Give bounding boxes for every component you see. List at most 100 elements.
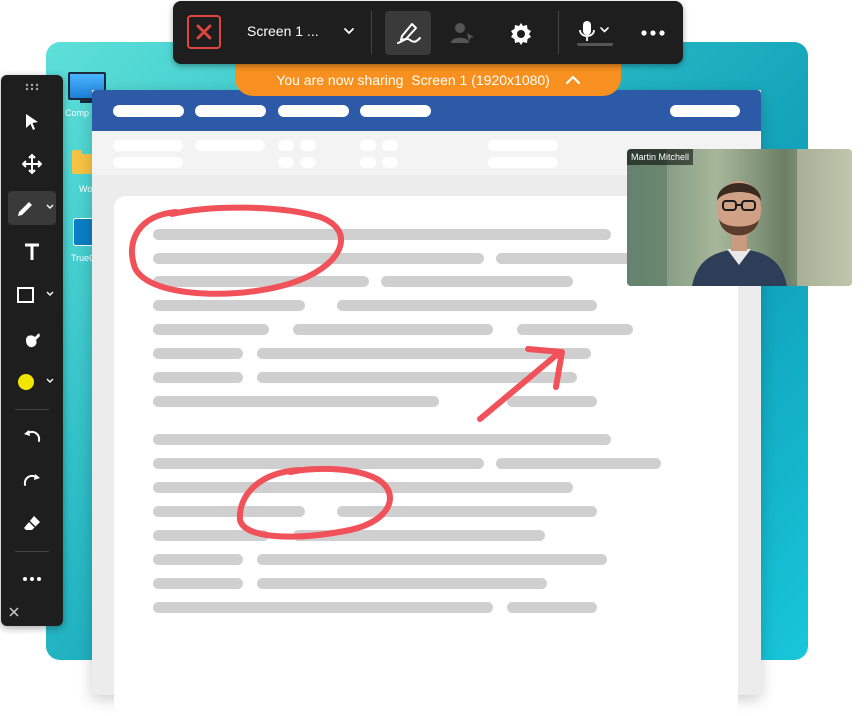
more-tools-button[interactable]: [8, 562, 56, 596]
document-titlebar: [92, 90, 761, 131]
pen-tool[interactable]: [8, 191, 56, 225]
text-line: [153, 482, 573, 493]
screen-select[interactable]: Screen 1 ...: [247, 23, 319, 39]
ribbon-item[interactable]: [300, 140, 316, 151]
text-line: [153, 229, 611, 240]
text-line: [507, 602, 597, 613]
text-line: [381, 276, 573, 287]
text-line: [496, 253, 636, 264]
ribbon-item[interactable]: [488, 140, 558, 151]
divider: [15, 551, 49, 552]
desktop-icon-label-folder: Wo: [79, 184, 93, 194]
text-line: [153, 300, 305, 311]
divider: [558, 11, 559, 54]
close-icon: [196, 24, 212, 40]
annotate-pen-icon: [397, 23, 421, 44]
computer-icon-stand: [80, 99, 92, 103]
ribbon-item[interactable]: [360, 157, 376, 168]
drag-handle-icon[interactable]: [25, 83, 39, 91]
text-line: [293, 324, 493, 335]
text-line: [153, 578, 243, 589]
text-line: [153, 372, 243, 383]
participant-name: Martin Mitchell: [627, 149, 694, 165]
cursor-icon: [26, 114, 38, 130]
session-control-bar: Screen 1 ...: [173, 1, 683, 64]
text-line: [293, 530, 545, 541]
text-line: [257, 372, 577, 383]
menu-placeholder[interactable]: [113, 105, 184, 117]
chevron-down-icon[interactable]: [46, 291, 54, 297]
microphone-icon: [577, 21, 613, 46]
redo-button[interactable]: [8, 464, 56, 498]
annotation-toolbar: [1, 75, 63, 626]
stop-sharing-button[interactable]: [187, 15, 221, 49]
color-picker[interactable]: [8, 365, 56, 399]
text-tool[interactable]: [8, 235, 56, 269]
text-line: [337, 300, 597, 311]
more-icon: [641, 30, 665, 36]
text-line: [153, 324, 269, 335]
ribbon-item[interactable]: [360, 140, 376, 151]
divider: [15, 409, 49, 410]
pen-icon: [18, 202, 32, 216]
text-line: [153, 458, 484, 469]
sharing-screen-label: Screen 1 (1920x1080): [411, 72, 550, 88]
menu-placeholder[interactable]: [195, 105, 266, 117]
text-line: [337, 506, 597, 517]
menu-placeholder[interactable]: [278, 105, 349, 117]
text-line: [496, 458, 661, 469]
chevron-down-icon[interactable]: [343, 23, 355, 44]
ribbon-item[interactable]: [488, 157, 558, 168]
chevron-down-icon[interactable]: [46, 204, 54, 210]
menu-placeholder[interactable]: [360, 105, 431, 117]
spotlight-tool[interactable]: [8, 323, 56, 357]
chevron-up-icon[interactable]: [565, 60, 580, 100]
close-icon: [9, 607, 19, 617]
ribbon-item[interactable]: [382, 140, 398, 151]
microphone-button[interactable]: [571, 11, 621, 55]
account-placeholder[interactable]: [670, 105, 740, 117]
text-line: [153, 348, 243, 359]
shape-tool[interactable]: [8, 278, 56, 312]
text-line: [153, 602, 493, 613]
text-line: [153, 506, 305, 517]
eraser-tool[interactable]: [8, 507, 56, 541]
close-toolbar-button[interactable]: [9, 605, 19, 619]
gear-icon: [511, 23, 531, 45]
undo-icon: [24, 430, 41, 442]
participant-image: [627, 149, 852, 286]
text-line: [153, 434, 611, 445]
participant-video[interactable]: Martin Mitchell: [627, 149, 852, 286]
text-line: [257, 554, 607, 565]
undo-button[interactable]: [8, 420, 56, 454]
settings-button[interactable]: [497, 11, 543, 55]
text-line: [153, 396, 439, 407]
chevron-down-icon[interactable]: [46, 378, 54, 384]
more-icon: [23, 577, 41, 581]
text-icon: [25, 243, 39, 260]
move-tool[interactable]: [8, 147, 56, 181]
ribbon-item[interactable]: [382, 157, 398, 168]
annotate-button[interactable]: [385, 11, 431, 55]
more-options-button[interactable]: [629, 11, 675, 55]
ribbon-item[interactable]: [113, 140, 183, 151]
text-line: [507, 396, 597, 407]
ribbon-item[interactable]: [195, 140, 265, 151]
rectangle-icon: [17, 287, 34, 303]
ribbon-item[interactable]: [300, 157, 316, 168]
remote-control-button[interactable]: [439, 11, 485, 55]
ribbon-item[interactable]: [278, 140, 294, 151]
select-tool[interactable]: [8, 105, 56, 139]
spotlight-icon: [26, 333, 40, 348]
sharing-banner[interactable]: You are now sharing Screen 1 (1920x1080): [235, 60, 621, 96]
ribbon-item[interactable]: [113, 157, 183, 168]
ribbon-item[interactable]: [278, 157, 294, 168]
desktop-icon-label-computer: Comp: [65, 108, 90, 118]
text-line: [153, 276, 369, 287]
redo-icon: [23, 474, 40, 486]
color-picker-icon: [18, 374, 34, 390]
user-control-icon: [451, 23, 474, 43]
text-line: [153, 530, 269, 541]
eraser-icon: [24, 516, 40, 530]
text-line: [153, 554, 243, 565]
